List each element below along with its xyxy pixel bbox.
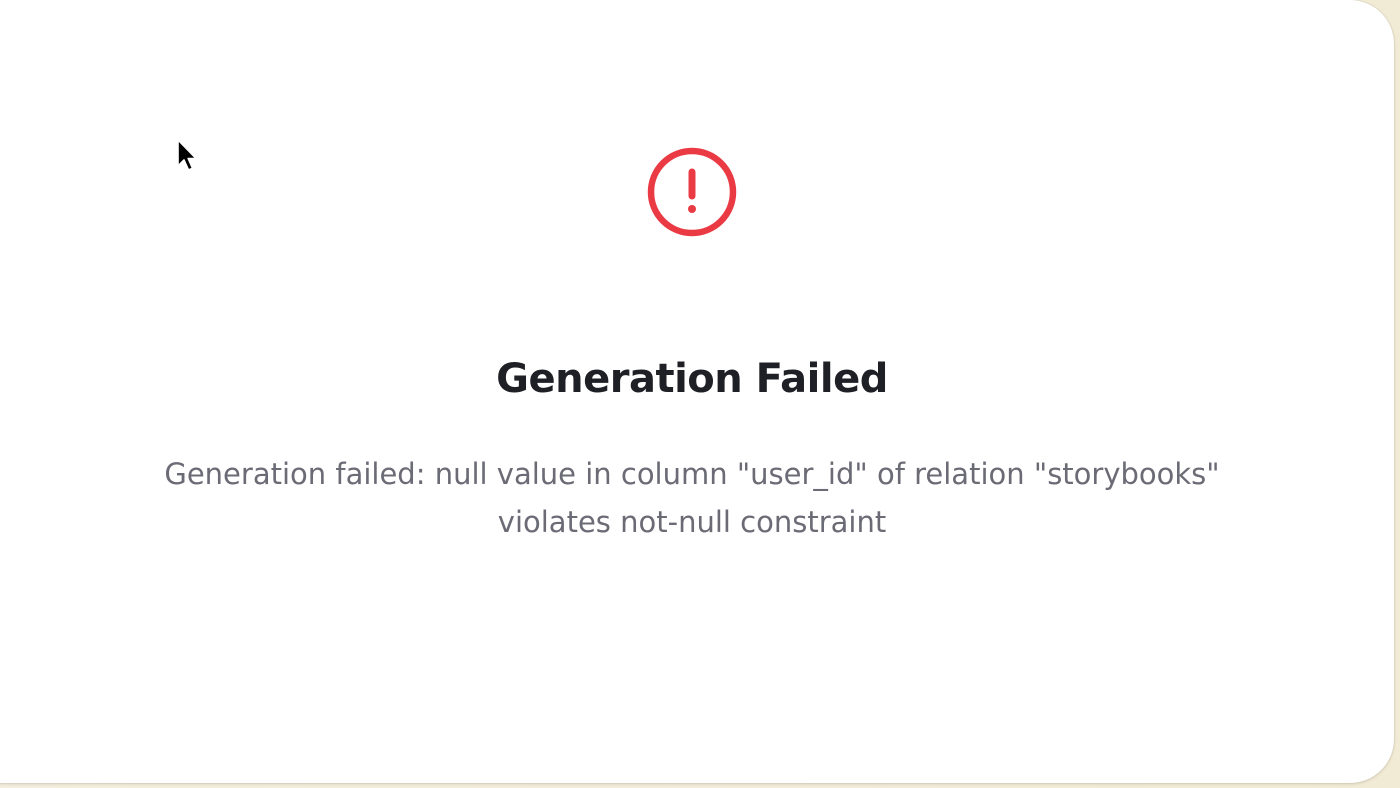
dialog-title: Generation Failed <box>496 356 888 402</box>
error-dialog-content: Generation Failed Generation failed: nul… <box>0 0 1384 783</box>
mouse-pointer-icon <box>177 139 197 171</box>
exclamation-circle-icon <box>647 147 737 237</box>
error-message: Generation failed: null value in column … <box>164 457 1220 539</box>
